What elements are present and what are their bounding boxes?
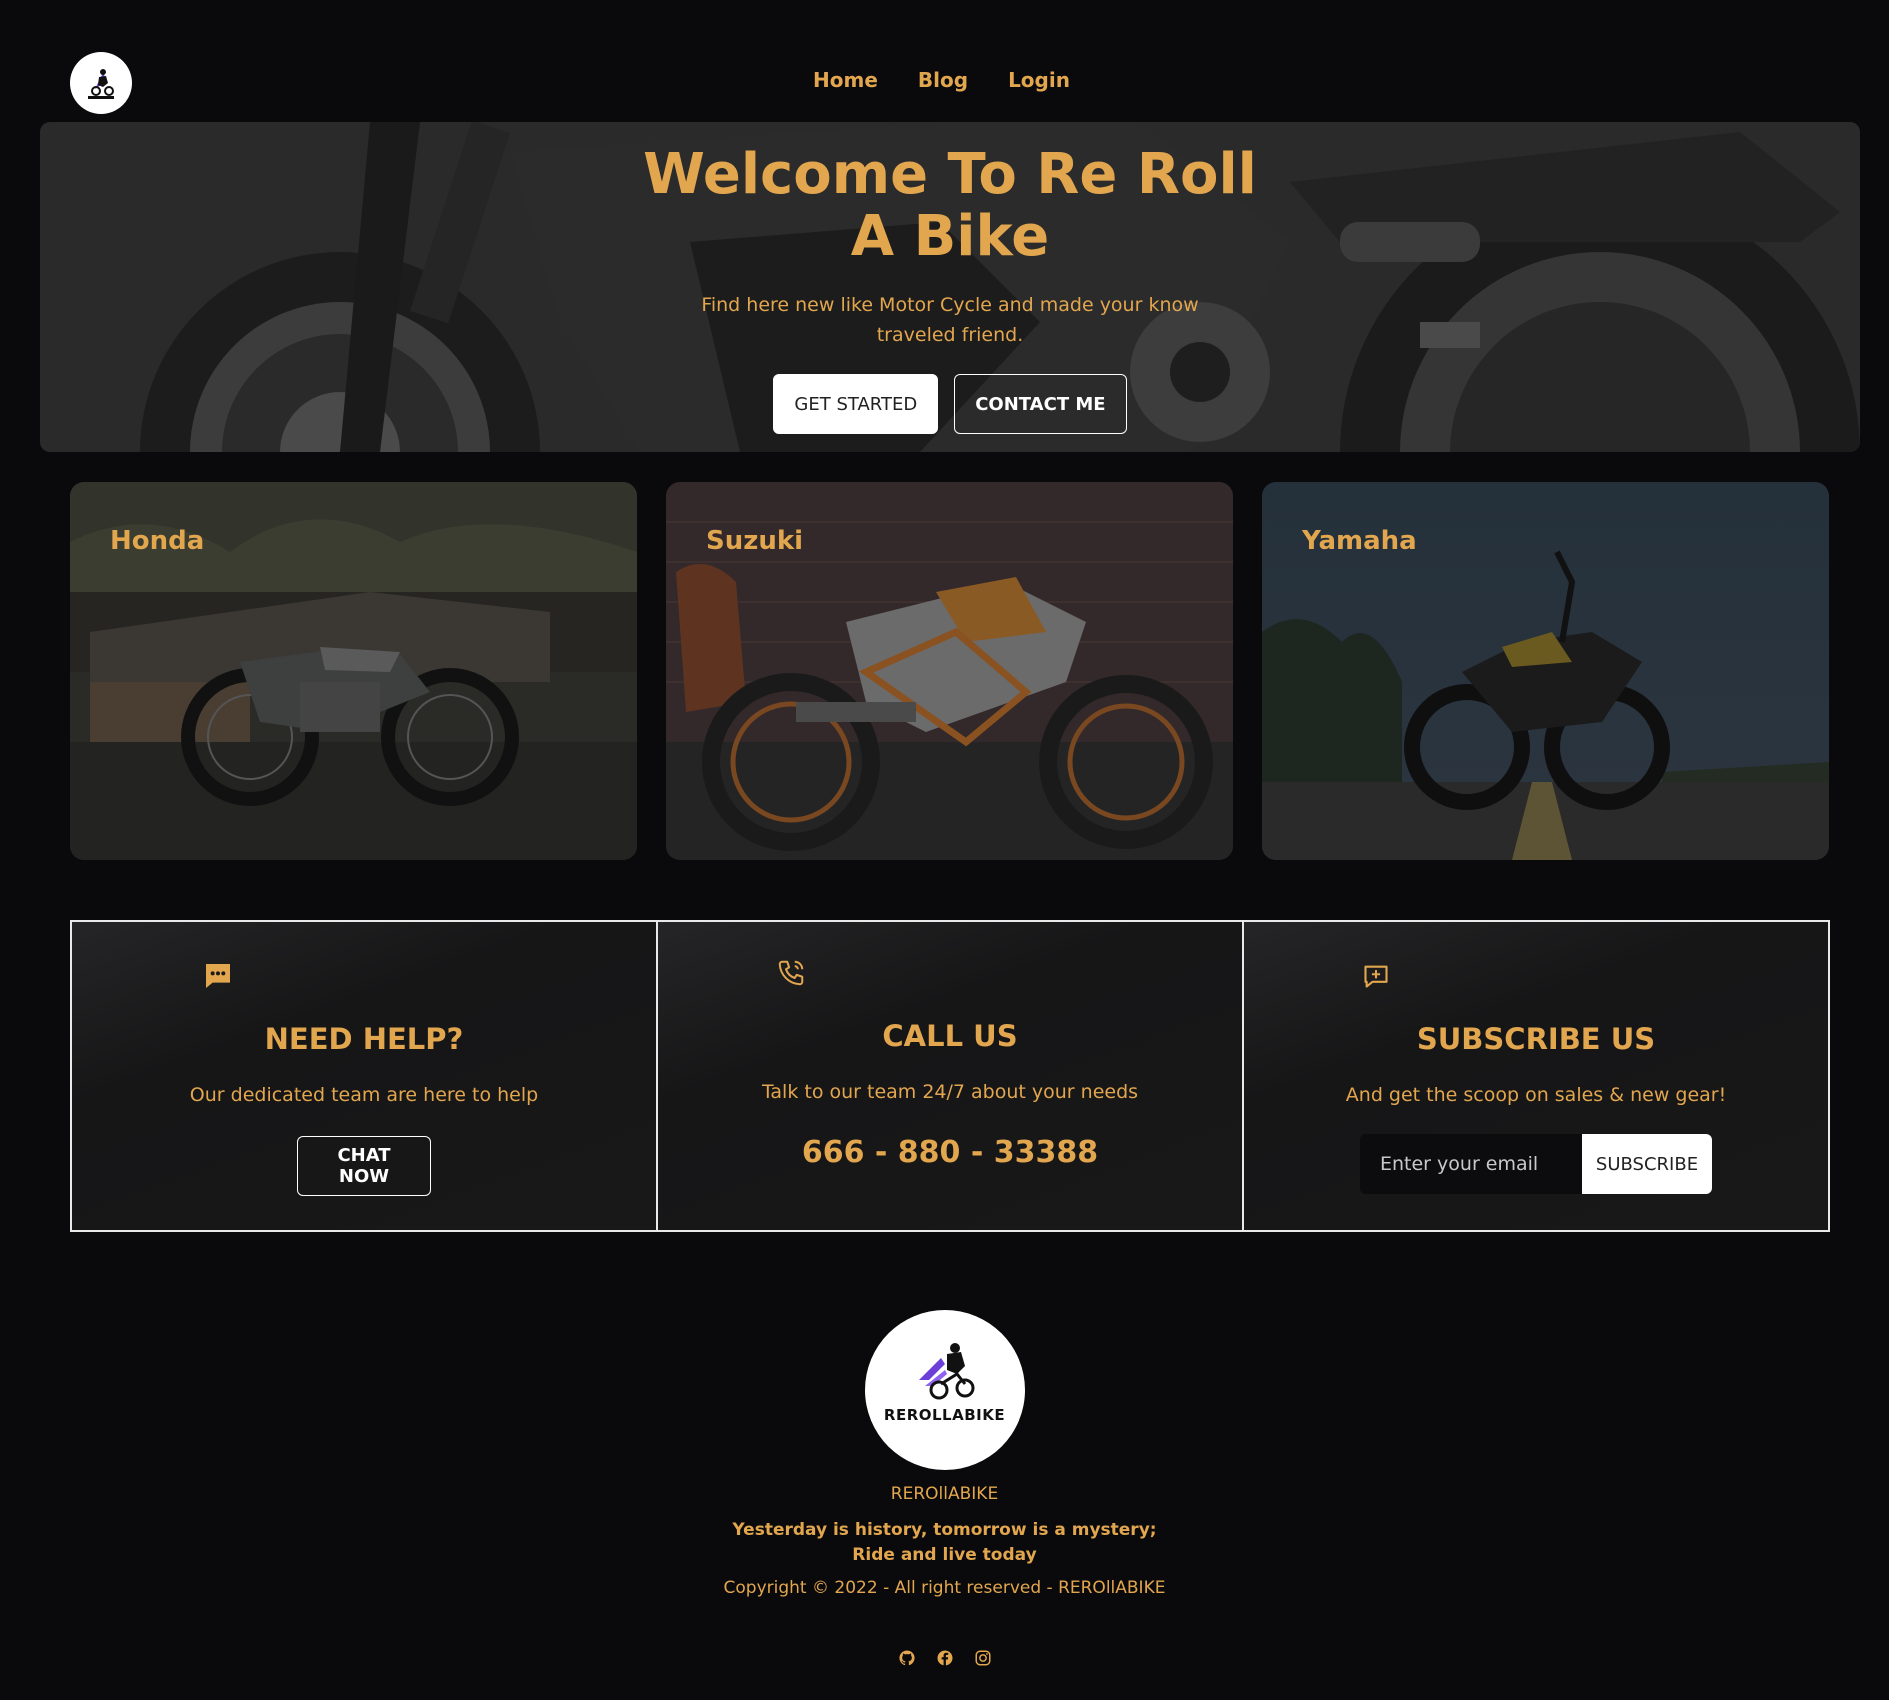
nav-login-link[interactable]: Login <box>1008 68 1070 92</box>
brand-label: Honda <box>110 526 205 556</box>
brand-cards: Honda Suzuki Yamaha <box>70 482 1830 860</box>
motto-line: Yesterday is history, tomorrow is a myst… <box>732 1520 1157 1540</box>
brand-label: Yamaha <box>1302 526 1417 556</box>
email-input[interactable] <box>1360 1134 1582 1194</box>
need-help-box: NEED HELP? Our dedicated team are here t… <box>70 920 658 1232</box>
hero-banner: Welcome To Re Roll A Bike Find here new … <box>40 122 1860 452</box>
subscribe-button[interactable]: SUBSCRIBE <box>1582 1134 1712 1194</box>
get-started-button[interactable]: GET STARTED <box>773 374 939 434</box>
subscribe-title: SUBSCRIBE US <box>1416 1022 1656 1056</box>
github-icon[interactable] <box>897 1648 917 1668</box>
nav-blog-link[interactable]: Blog <box>918 68 968 92</box>
rider-logo-icon <box>918 1343 974 1400</box>
facebook-icon[interactable] <box>935 1648 955 1668</box>
footer-logo: REROLLABIKE <box>864 1310 1025 1470</box>
brand-card-suzuki[interactable]: Suzuki <box>666 482 1233 860</box>
info-section: NEED HELP? Our dedicated team are here t… <box>70 920 1830 1232</box>
hero-title: Welcome To Re Roll A Bike <box>643 142 1257 269</box>
message-plus-icon <box>1364 965 1388 988</box>
call-us-title: CALL US <box>882 1019 1018 1053</box>
call-us-box: CALL US Talk to our team 24/7 about your… <box>656 920 1244 1232</box>
hero-subtitle: Find here new like Motor Cycle and made … <box>701 294 1199 346</box>
footer: REROLLABIKE REROllABIKE Yesterday is his… <box>0 1310 1889 1668</box>
phone-icon <box>778 960 804 986</box>
phone-number[interactable]: 666 - 880 - 33388 <box>658 1135 1242 1170</box>
instagram-icon[interactable] <box>973 1648 993 1668</box>
brand-card-honda[interactable]: Honda <box>70 482 637 860</box>
social-links <box>0 1648 1889 1668</box>
nav-home-link[interactable]: Home <box>813 68 878 92</box>
brand-card-yamaha[interactable]: Yamaha <box>1262 482 1829 860</box>
navbar: Home Blog Login <box>0 0 1889 122</box>
brand-label: Suzuki <box>706 526 804 556</box>
subscribe-form: SUBSCRIBE <box>1360 1134 1712 1194</box>
need-help-title: NEED HELP? <box>264 1022 464 1056</box>
footer-logo-text: REROLLABIKE <box>883 1406 1006 1424</box>
call-us-text: Talk to our team 24/7 about your needs <box>761 1081 1139 1103</box>
subscribe-box: SUBSCRIBE US And get the scoop on sales … <box>1242 920 1830 1232</box>
copyright: Copyright © 2022 - All right reserved - … <box>723 1578 1166 1598</box>
chat-bubble-icon <box>206 964 230 988</box>
contact-me-button[interactable]: CONTACT ME <box>954 374 1127 434</box>
subscribe-text: And get the scoop on sales & new gear! <box>1345 1084 1727 1106</box>
motto-line: Ride and live today <box>852 1545 1037 1565</box>
footer-motto: Yesterday is history, tomorrow is a myst… <box>0 1518 1889 1568</box>
need-help-text: Our dedicated team are here to help <box>189 1084 539 1106</box>
footer-brand: REROllABIKE <box>890 1484 999 1504</box>
chat-now-button[interactable]: CHAT NOW <box>297 1136 431 1196</box>
